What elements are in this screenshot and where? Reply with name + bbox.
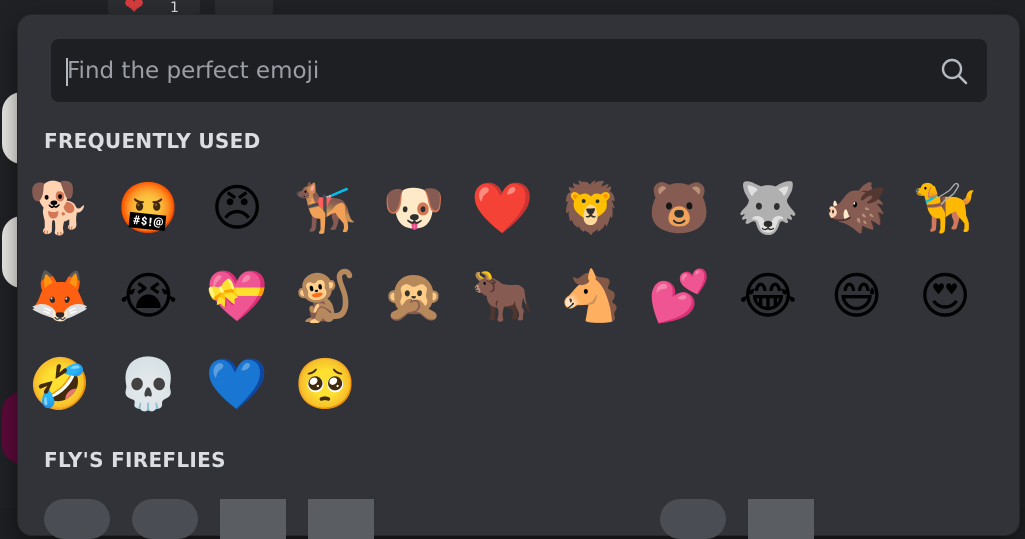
- emoji-picker: FREQUENTLY USED 🐕 🤬 😠 🐕‍🦺 🐶 ❤️ 🦁 🐻 🐺 🐗 🦮 🦊 😭 💝 🐒 🙊 🐂 🐴 💕 😂 😅…: [18, 15, 1019, 539]
- emoji-smiling-face-with-heart-eyes[interactable]: 😍: [913, 264, 977, 328]
- emoji-blue-heart[interactable]: 💙: [205, 352, 269, 416]
- section-title-frequently-used: FREQUENTLY USED: [44, 129, 261, 153]
- emoji-skull[interactable]: 💀: [117, 352, 181, 416]
- emoji-lion[interactable]: 🦁: [559, 176, 623, 240]
- emoji-bear[interactable]: 🐻: [648, 176, 712, 240]
- search-input[interactable]: [67, 39, 927, 102]
- reaction-count: 1: [170, 0, 179, 16]
- search-icon[interactable]: [939, 56, 969, 86]
- section-title-flys-fireflies: FLY'S FIREFLIES: [44, 448, 226, 472]
- emoji-custom-angel-heart[interactable]: 💝: [205, 264, 269, 328]
- custom-emoji[interactable]: [220, 499, 286, 539]
- emoji-red-heart[interactable]: ❤️: [471, 176, 535, 240]
- emoji-face-with-symbols-on-mouth[interactable]: 🤬: [117, 176, 181, 240]
- emoji-wolf[interactable]: 🐺: [736, 176, 800, 240]
- emoji-monkey[interactable]: 🐒: [294, 264, 358, 328]
- emoji-service-dog[interactable]: 🐕‍🦺: [294, 176, 358, 240]
- emoji-speak-no-evil-monkey[interactable]: 🙊: [382, 264, 446, 328]
- custom-emoji[interactable]: [748, 499, 814, 539]
- emoji-dog-face[interactable]: 🐶: [382, 176, 446, 240]
- emoji-ox[interactable]: 🐂: [471, 264, 535, 328]
- emoji-angry-face[interactable]: 😠: [205, 176, 269, 240]
- custom-emoji[interactable]: [660, 499, 726, 539]
- emoji-fox[interactable]: 🦊: [28, 264, 92, 328]
- emoji-loudly-crying-face[interactable]: 😭: [117, 264, 181, 328]
- emoji-grinning-face-with-sweat[interactable]: 😅: [825, 264, 889, 328]
- emoji-dog[interactable]: 🐕: [28, 176, 92, 240]
- fireflies-emoji-row: [44, 499, 1004, 539]
- emoji-boar[interactable]: 🐗: [825, 176, 889, 240]
- search-bar: [51, 39, 987, 102]
- custom-emoji[interactable]: [308, 499, 374, 539]
- emoji-rolling-on-the-floor-laughing[interactable]: 🤣: [28, 352, 92, 416]
- emoji-horse-face[interactable]: 🐴: [559, 264, 623, 328]
- custom-emoji[interactable]: [44, 499, 110, 539]
- emoji-guide-dog[interactable]: 🦮: [913, 176, 977, 240]
- custom-emoji[interactable]: [132, 499, 198, 539]
- emoji-two-hearts[interactable]: 💕: [648, 264, 712, 328]
- emoji-pleading-face[interactable]: 🥺: [294, 352, 358, 416]
- emoji-face-with-tears-of-joy[interactable]: 😂: [736, 264, 800, 328]
